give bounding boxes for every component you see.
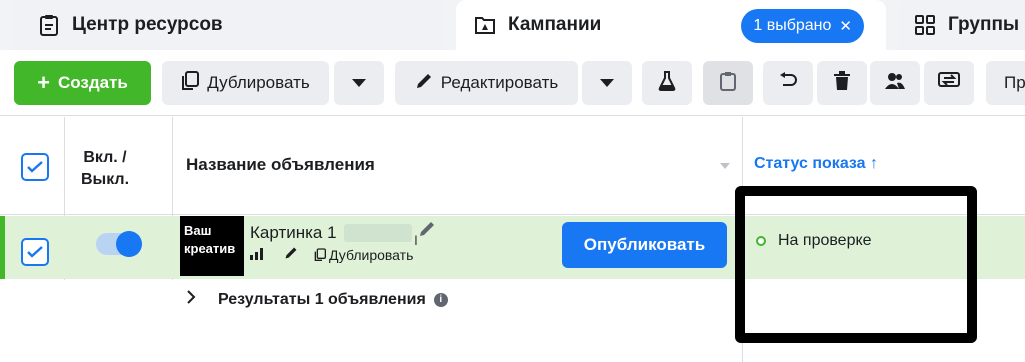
undo-icon [778,71,798,95]
duplicate-button[interactable]: Дублировать [162,61,329,105]
row-selected-indicator [0,216,5,279]
plus-icon: + [37,70,50,95]
duplicate-link-label: Дублировать [329,246,414,263]
flask-icon [658,70,676,96]
clipboard-icon [38,14,60,36]
info-icon[interactable]: i [433,292,448,307]
folder-icon [474,14,496,36]
tab-groups-label: Группы [948,14,1020,35]
toolbar: + Создать Дублировать Редактировать Пр [0,50,1025,116]
column-header-onoff[interactable]: Вкл. / Выкл. [78,147,132,191]
highlight-frame [735,186,977,343]
tab-campaigns-label: Кампании [508,14,602,35]
duplicate-dropdown[interactable] [334,61,384,105]
pencil-icon[interactable] [284,246,298,263]
tab-resources-label: Центр ресурсов [72,14,223,35]
chevron-right-icon[interactable] [186,290,196,309]
duplicate-icon [314,247,326,261]
publish-button[interactable]: Опубликовать [562,222,727,268]
compare-button[interactable] [924,61,974,105]
check-icon [27,161,43,173]
clipboard-icon [720,71,736,96]
more-button-label: Пр [1004,73,1025,92]
audience-button[interactable] [870,61,920,105]
close-icon[interactable]: ✕ [839,17,852,35]
tab-campaigns[interactable]: Кампании 1 выбрано ✕ [456,0,886,50]
sort-caret-icon[interactable] [720,163,730,169]
edit-dropdown[interactable] [582,61,632,105]
column-header-name[interactable]: Название объявления [186,155,375,175]
create-button-label: Создать [57,73,128,92]
duplicate-icon [181,70,200,96]
duplicate-button-label: Дублировать [207,73,310,92]
select-all-checkbox[interactable] [21,153,49,181]
swap-icon [938,71,960,95]
trash-icon [834,70,850,96]
grid-icon [914,14,936,36]
top-tabs: Центр ресурсов Кампании 1 выбрано ✕ Груп… [0,0,1025,52]
results-summary[interactable]: Результаты 1 объявления i [186,290,448,309]
column-header-status[interactable]: Статус показа ↑ [754,155,878,173]
chart-icon[interactable] [250,246,266,263]
blurred-text [344,224,412,242]
toggle-knob [116,231,142,257]
edit-button-label: Редактировать [440,73,559,92]
pencil-icon [415,72,433,95]
selected-badge[interactable]: 1 выбрано ✕ [741,9,864,43]
edit-button[interactable]: Редактировать [395,61,578,105]
duplicate-link[interactable]: Дублировать [314,247,413,263]
check-icon [27,246,43,258]
caret-down-icon [352,79,366,87]
edit-name-icon[interactable] [418,220,436,243]
creative-thumbnail[interactable]: Ваш креатив [180,216,244,276]
selected-badge-label: 1 выбрано [753,17,832,34]
tab-groups[interactable]: Группы [898,0,1025,50]
ad-toggle[interactable] [96,231,142,257]
more-button[interactable]: Пр [986,61,1025,105]
undo-button[interactable] [763,61,813,105]
caret-down-icon [600,79,614,87]
people-icon [884,72,906,95]
row-actions: Дублировать [250,246,413,263]
ad-name[interactable]: Картинка 1 [250,223,337,243]
delete-button[interactable] [817,61,867,105]
results-label: Результаты 1 объявления [218,290,426,308]
clipboard-button[interactable] [703,61,753,105]
tab-resources[interactable]: Центр ресурсов [12,0,444,50]
main-panel: + Создать Дублировать Редактировать Пр В… [0,50,1025,362]
ab-test-button[interactable] [642,61,692,105]
create-button[interactable]: + Создать [14,61,151,105]
row-checkbox[interactable] [21,238,49,266]
